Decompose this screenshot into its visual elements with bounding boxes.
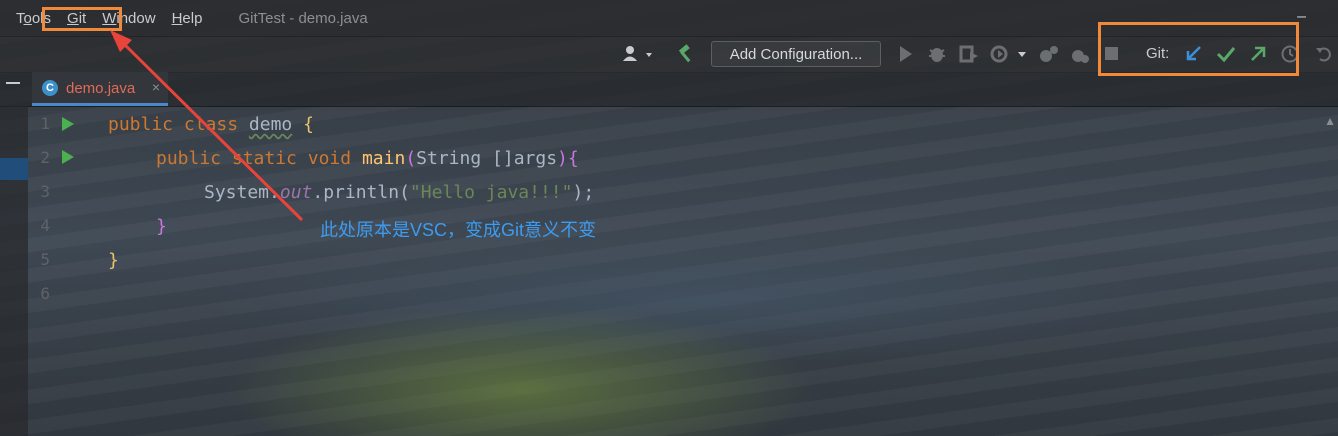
line-number: 2 bbox=[40, 148, 50, 167]
code-line-4[interactable]: } bbox=[156, 216, 167, 237]
code-line-2[interactable]: public static void main(String []args){ bbox=[156, 148, 579, 169]
line-number: 6 bbox=[40, 284, 50, 303]
rollback-icon[interactable] bbox=[1314, 44, 1334, 68]
user-icon[interactable] bbox=[622, 45, 656, 67]
editor-gutter bbox=[0, 106, 28, 436]
run-main-icon[interactable] bbox=[62, 150, 74, 164]
line-number: 3 bbox=[40, 182, 50, 201]
attach-debug-icon[interactable] bbox=[1070, 44, 1092, 68]
editor-tab-bar bbox=[0, 72, 1338, 107]
gutter-selection-marker bbox=[0, 158, 28, 180]
collapse-icon[interactable] bbox=[6, 82, 20, 84]
line-number: 4 bbox=[40, 216, 50, 235]
hammer-icon[interactable] bbox=[676, 44, 696, 68]
git-toolbar-highlight-box bbox=[1098, 22, 1299, 76]
annotation-text: 此处原本是VSC，变成Git意义不变 bbox=[320, 220, 597, 240]
java-class-icon: C bbox=[42, 80, 58, 96]
line-number: 5 bbox=[40, 250, 50, 269]
profiler-icon[interactable] bbox=[990, 44, 1030, 68]
scroll-up-icon[interactable]: ▲ bbox=[1324, 114, 1336, 128]
bug-icon[interactable] bbox=[928, 44, 946, 68]
window-title: GitTest - demo.java bbox=[238, 9, 368, 27]
tab-label: demo.java bbox=[66, 80, 136, 97]
code-line-5[interactable]: } bbox=[108, 250, 119, 271]
code-line-1[interactable]: public class demo { bbox=[108, 114, 314, 135]
tab-demo-java[interactable]: C demo.java × bbox=[32, 72, 168, 106]
menu-help[interactable]: Help bbox=[172, 10, 203, 27]
run-class-icon[interactable] bbox=[62, 117, 74, 131]
play-icon[interactable] bbox=[898, 45, 914, 67]
attach-icon[interactable] bbox=[1038, 44, 1060, 68]
code-line-3[interactable]: System.out.println("Hello java!!!"); bbox=[204, 182, 594, 203]
close-icon[interactable]: × bbox=[152, 79, 160, 95]
menu-highlight-box bbox=[42, 7, 122, 31]
line-number: 1 bbox=[40, 114, 50, 133]
add-configuration-button[interactable]: Add Configuration... bbox=[711, 41, 881, 67]
coverage-icon[interactable] bbox=[958, 44, 980, 68]
